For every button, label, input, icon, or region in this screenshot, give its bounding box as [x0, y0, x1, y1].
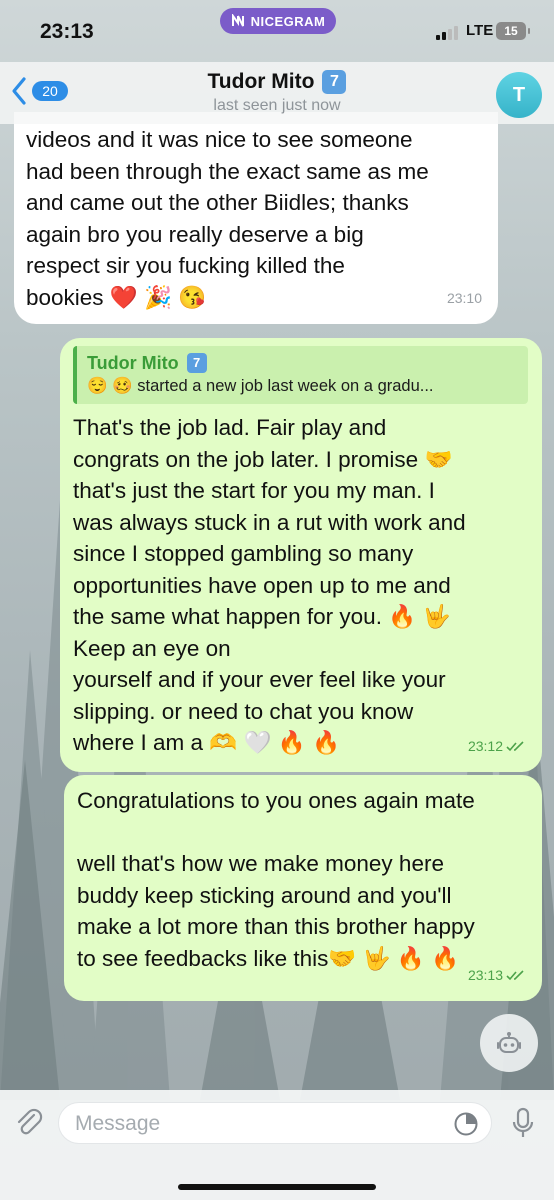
message-placeholder: Message: [75, 1112, 161, 1135]
message-time: 23:10: [446, 289, 482, 306]
chat-header: 20 Tudor Mito 7 last seen just now T: [0, 62, 554, 124]
reply-author: Tudor Mito: [87, 353, 179, 373]
message-time: 23:12: [467, 737, 503, 754]
avatar[interactable]: T: [496, 72, 542, 118]
reply-text: 😌 🥴 started a new job last week on a gra…: [87, 377, 434, 395]
message-incoming[interactable]: videos and it was nice to see someone ha…: [14, 112, 498, 324]
double-check-icon: [506, 741, 524, 751]
last-seen-status: last seen just now: [213, 97, 341, 114]
sticker-icon[interactable]: [453, 1111, 479, 1137]
message-time: 23:13: [467, 966, 503, 983]
reply-author-badge: 7: [186, 353, 207, 373]
message-time-row: 23:13: [468, 960, 526, 992]
signal-icon: [436, 26, 458, 40]
message-time-row: 23:12: [468, 731, 526, 763]
status-time: 23:13: [40, 20, 94, 43]
home-indicator: [178, 1184, 376, 1190]
message-input[interactable]: Message: [58, 1102, 492, 1144]
nicegram-pill[interactable]: NICEGRAM: [220, 8, 336, 34]
message-text: That's the job lad. Fair play and congra…: [73, 415, 466, 755]
composer-bar: Message: [0, 1090, 554, 1200]
reply-quote[interactable]: Tudor Mito 7 😌 🥴 started a new job last …: [73, 346, 528, 404]
contact-emoji-badge: 7: [322, 70, 347, 94]
pill-label: NICEGRAM: [250, 13, 326, 29]
battery-icon: 15: [496, 22, 530, 40]
status-bar: 23:13 NICEGRAM LTE 15: [0, 0, 554, 62]
chat-title-area[interactable]: Tudor Mito 7 last seen just now: [0, 70, 554, 115]
microphone-icon[interactable]: [508, 1106, 538, 1140]
bot-icon: [497, 1032, 521, 1053]
nicegram-logo-icon: [231, 14, 244, 27]
double-check-icon: [506, 970, 524, 980]
network-label: LTE: [466, 22, 494, 39]
message-text: videos and it was nice to see someone ha…: [26, 127, 429, 310]
message-outgoing[interactable]: Tudor Mito 7 😌 🥴 started a new job last …: [60, 338, 542, 772]
contact-name: Tudor Mito: [207, 70, 315, 93]
message-text: Congratulations to you ones again mate w…: [77, 788, 475, 971]
paperclip-icon[interactable]: [12, 1106, 46, 1140]
bot-button[interactable]: [480, 1014, 538, 1072]
message-outgoing[interactable]: Congratulations to you ones again mate w…: [64, 775, 542, 1001]
